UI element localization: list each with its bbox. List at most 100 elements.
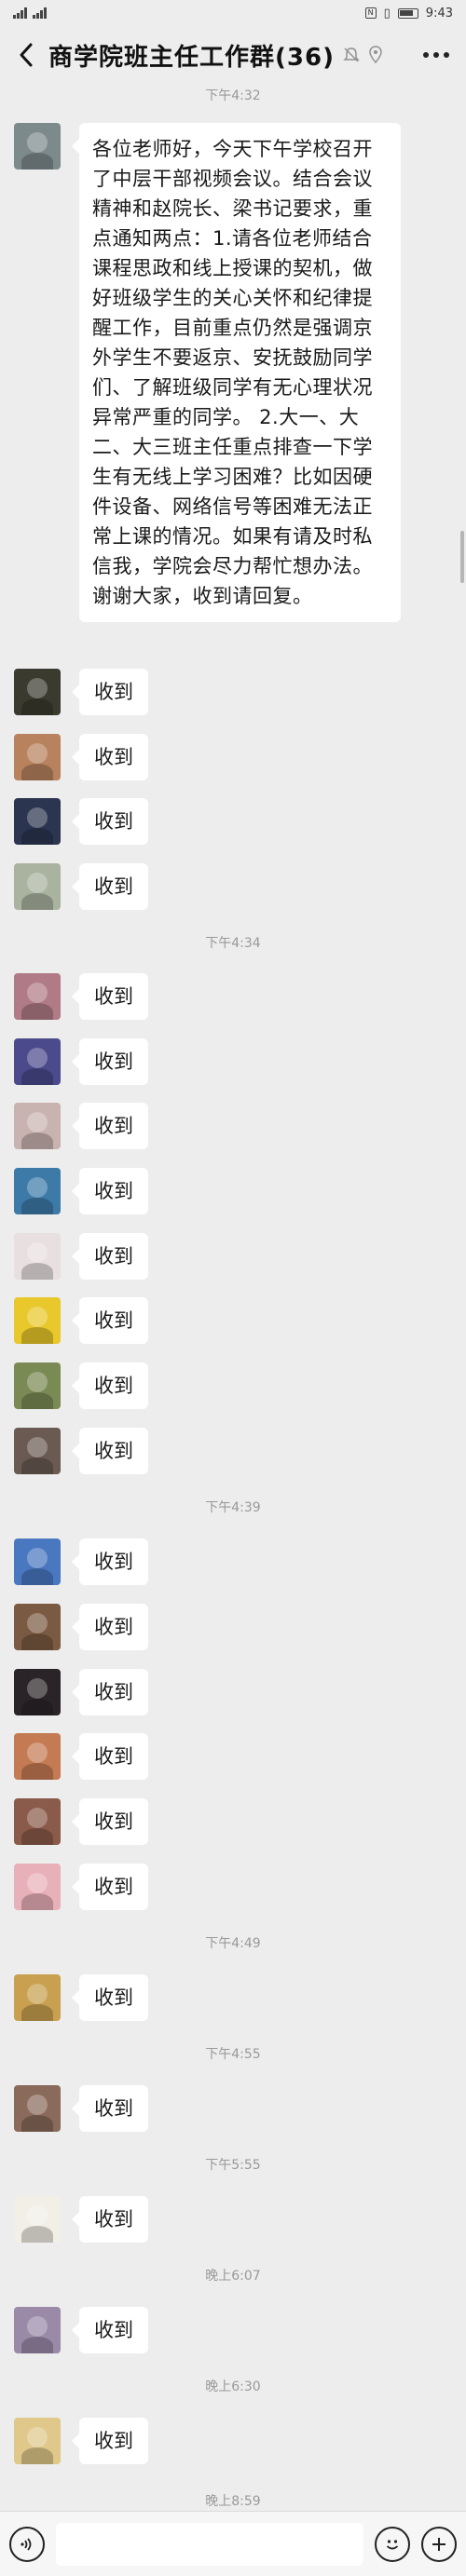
message-bubble[interactable]: 收到 (72, 1233, 148, 1280)
avatar[interactable] (14, 669, 61, 715)
nfc-icon: N (364, 7, 377, 19)
avatar[interactable] (14, 1428, 61, 1474)
list-item: 收到 (0, 1297, 148, 1344)
list-item: 收到 (0, 734, 148, 780)
avatar[interactable] (14, 1233, 61, 1280)
message-bubble[interactable]: 收到 (72, 1864, 148, 1910)
input-bar (0, 2511, 466, 2576)
chat-area[interactable]: 下午4:32 各位老师好，今天下午学校召开了中层干部视频会议。结合会议精神和赵院长… (0, 84, 466, 2511)
list-item: 收到 (0, 973, 148, 1020)
list-item: 收到 (0, 1363, 148, 1409)
list-item: 收到 (0, 1539, 148, 1585)
signal-icon-2 (33, 7, 47, 19)
scrollbar[interactable] (460, 531, 464, 583)
list-item: 收到 (0, 2196, 148, 2243)
message-bubble[interactable]: 收到 (72, 1103, 148, 1149)
emoji-icon[interactable] (375, 2526, 410, 2562)
timestamp: 晚上8:59 (205, 2494, 261, 2509)
message-bubble[interactable]: 收到 (72, 1168, 148, 1214)
avatar[interactable] (14, 863, 61, 910)
avatar[interactable] (14, 1604, 61, 1650)
message-bubble[interactable]: 收到 (72, 1428, 148, 1474)
message-bubble[interactable]: 收到 (72, 1038, 148, 1085)
more-icon[interactable] (416, 36, 457, 74)
message-bubble[interactable]: 收到 (72, 973, 148, 1020)
avatar[interactable] (14, 734, 61, 780)
location-icon (369, 46, 382, 64)
message-bubble[interactable]: 收到 (72, 1363, 148, 1409)
message-bubble[interactable]: 收到 (72, 1798, 148, 1845)
nav-bar: 商学院班主任工作群(36) (0, 26, 466, 84)
message-bubble[interactable]: 收到 (72, 2196, 148, 2243)
list-item: 收到 (0, 798, 148, 845)
list-item: 收到 (0, 669, 148, 715)
list-item: 收到 (0, 2307, 148, 2353)
message-bubble-announcement[interactable]: 各位老师好，今天下午学校召开了中层干部视频会议。结合会议精神和赵院长、梁书记要求… (72, 123, 401, 622)
avatar[interactable] (14, 1798, 61, 1845)
avatar[interactable] (14, 2307, 61, 2353)
list-item: 收到 (0, 1233, 148, 1280)
status-time: 9:43 (425, 6, 453, 20)
list-item: 收到 (0, 2418, 148, 2464)
avatar[interactable] (14, 798, 61, 845)
timestamp: 晚上6:30 (205, 2379, 261, 2394)
timestamp: 下午4:39 (205, 1500, 261, 1515)
list-item: 收到 (0, 1798, 148, 1845)
message-bubble[interactable]: 收到 (72, 669, 148, 715)
timestamp: 晚上6:07 (205, 2269, 261, 2284)
message-bubble[interactable]: 收到 (72, 2307, 148, 2353)
timestamp: 下午4:34 (205, 936, 261, 951)
avatar[interactable] (14, 1539, 61, 1585)
timestamp: 下午5:55 (205, 2158, 261, 2173)
announcement-message: 各位老师好，今天下午学校召开了中层干部视频会议。结合会议精神和赵院长、梁书记要求… (0, 123, 401, 622)
status-left (13, 7, 47, 19)
message-bubble[interactable]: 收到 (72, 798, 148, 845)
list-item: 收到 (0, 863, 148, 910)
avatar[interactable] (14, 1669, 61, 1715)
status-right: N ▯ 9:43 (364, 6, 453, 20)
timestamp: 下午4:49 (205, 1936, 261, 1951)
message-bubble[interactable]: 收到 (72, 863, 148, 910)
battery-icon (397, 7, 418, 19)
list-item: 收到 (0, 1864, 148, 1910)
list-item: 收到 (0, 1733, 148, 1780)
timestamp: 下午4:55 (205, 2047, 261, 2062)
list-item: 收到 (0, 1428, 148, 1474)
message-bubble[interactable]: 收到 (72, 1539, 148, 1585)
avatar[interactable] (14, 1103, 61, 1149)
message-input[interactable] (56, 2522, 363, 2566)
message-bubble[interactable]: 收到 (72, 2085, 148, 2132)
list-item: 收到 (0, 1604, 148, 1650)
avatar[interactable] (14, 1864, 61, 1910)
avatar[interactable] (14, 973, 61, 1020)
list-item: 收到 (0, 1168, 148, 1214)
list-item: 收到 (0, 1038, 148, 1085)
avatar[interactable] (14, 1363, 61, 1409)
list-item: 收到 (0, 1103, 148, 1149)
voice-icon[interactable] (9, 2526, 45, 2562)
list-item: 收到 (0, 1974, 148, 2021)
avatar[interactable] (14, 2418, 61, 2464)
signal-icon (13, 7, 27, 19)
avatar[interactable] (14, 2196, 61, 2243)
message-bubble[interactable]: 收到 (72, 2418, 148, 2464)
avatar[interactable] (14, 1733, 61, 1780)
message-bubble[interactable]: 收到 (72, 1733, 148, 1780)
back-icon[interactable] (9, 36, 43, 74)
avatar[interactable] (14, 1038, 61, 1085)
avatar[interactable] (14, 123, 61, 169)
message-bubble[interactable]: 收到 (72, 1974, 148, 2021)
message-bubble[interactable]: 收到 (72, 1669, 148, 1715)
status-bar: N ▯ 9:43 (0, 0, 466, 26)
avatar[interactable] (14, 2085, 61, 2132)
avatar[interactable] (14, 1974, 61, 2021)
avatar[interactable] (14, 1168, 61, 1214)
message-bubble[interactable]: 收到 (72, 1604, 148, 1650)
avatar[interactable] (14, 1297, 61, 1344)
plus-icon[interactable] (421, 2526, 457, 2562)
message-bubble[interactable]: 收到 (72, 1297, 148, 1344)
list-item: 收到 (0, 1669, 148, 1715)
message-bubble[interactable]: 收到 (72, 734, 148, 780)
timestamp: 下午4:32 (205, 88, 261, 103)
vibrate-icon: ▯ (383, 6, 391, 20)
